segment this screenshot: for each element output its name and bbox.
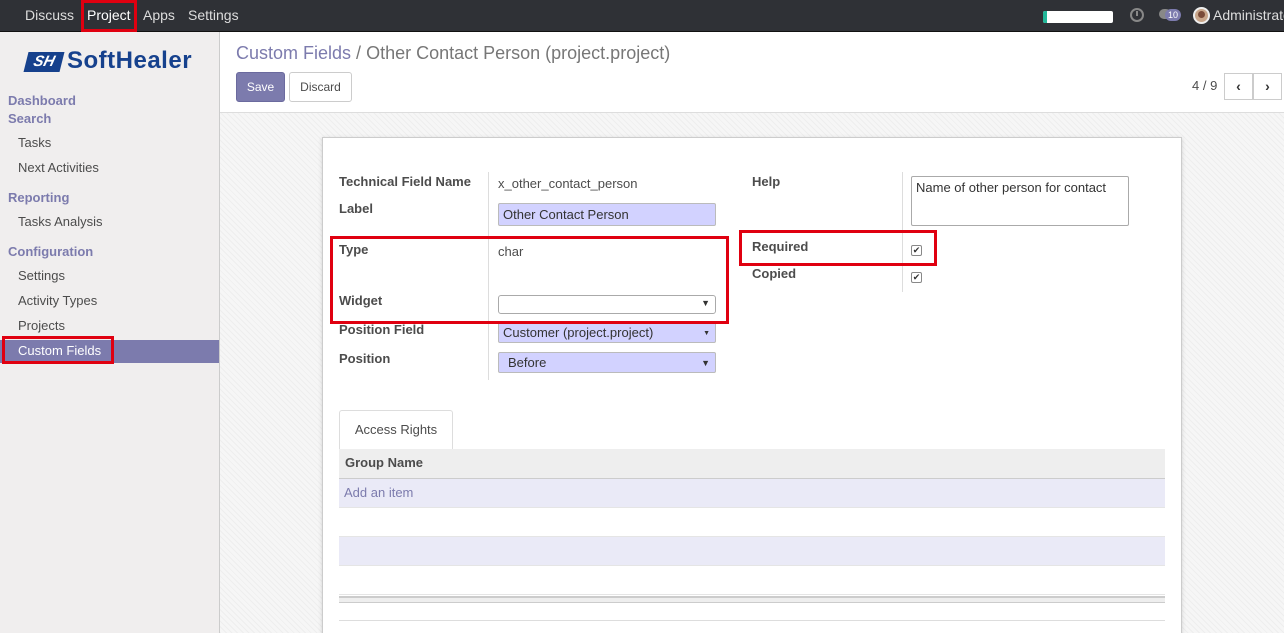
breadcrumb-parent[interactable]: Custom Fields bbox=[236, 43, 351, 63]
table-row: Add an item bbox=[339, 479, 1165, 508]
logo-text: SoftHealer bbox=[67, 47, 193, 74]
avatar[interactable] bbox=[1193, 7, 1210, 24]
help-textarea[interactable]: Name of other person for contact bbox=[911, 176, 1129, 226]
sidebar-section-configuration: Configuration bbox=[8, 244, 94, 259]
add-item-link[interactable]: Add an item bbox=[344, 485, 413, 500]
copied-label: Copied bbox=[752, 266, 797, 281]
progress-fill bbox=[1043, 11, 1047, 23]
column-group-name[interactable]: Group Name bbox=[345, 455, 423, 470]
breadcrumb: Custom Fields / Other Contact Person (pr… bbox=[236, 43, 670, 64]
menu-apps[interactable]: Apps bbox=[143, 0, 175, 31]
sidebar-item-tasks-analysis[interactable]: Tasks Analysis bbox=[18, 214, 103, 229]
pager-next-button[interactable]: › bbox=[1253, 73, 1282, 100]
table-row bbox=[339, 508, 1165, 537]
top-navbar: Discuss Project Apps Settings 10 Adminis… bbox=[0, 0, 1284, 32]
position-value: Before bbox=[508, 355, 547, 370]
breadcrumb-current: Other Contact Person (project.project) bbox=[366, 43, 671, 63]
sidebar: SH SoftHealer Dashboard Search Tasks Nex… bbox=[0, 32, 220, 633]
sidebar-item-dashboard[interactable]: Dashboard bbox=[8, 93, 76, 108]
save-button[interactable]: Save bbox=[236, 72, 285, 102]
sidebar-section-search: Search bbox=[8, 111, 52, 126]
table-header: Group Name bbox=[339, 449, 1165, 479]
technical-field-name-label: Technical Field Name bbox=[339, 174, 471, 189]
messages-badge[interactable]: 10 bbox=[1165, 9, 1182, 21]
caret-down-icon: ▼ bbox=[703, 330, 710, 337]
position-field-select[interactable]: Customer (project.project) ▼ bbox=[498, 322, 716, 343]
position-field-label: Position Field bbox=[339, 322, 425, 337]
logo-mark: SH bbox=[23, 52, 65, 72]
table-row bbox=[339, 537, 1165, 566]
tab-access-rights[interactable]: Access Rights bbox=[339, 410, 453, 450]
chevron-right-icon: › bbox=[1265, 78, 1270, 94]
position-select[interactable]: Before ▼ bbox=[498, 352, 716, 373]
check-icon: ✔ bbox=[912, 272, 921, 282]
highlight-custom-fields bbox=[2, 336, 114, 364]
menu-settings[interactable]: Settings bbox=[188, 0, 239, 31]
help-label: Help bbox=[752, 174, 781, 189]
caret-down-icon: ▼ bbox=[701, 358, 710, 368]
table-footer bbox=[339, 596, 1165, 603]
highlight-required bbox=[739, 230, 937, 266]
sidebar-item-projects[interactable]: Projects bbox=[18, 318, 65, 333]
chevron-left-icon: ‹ bbox=[1236, 78, 1241, 94]
technical-field-name-value: x_other_contact_person bbox=[498, 176, 638, 191]
label-input-value: Other Contact Person bbox=[503, 207, 629, 222]
sidebar-item-activity-types[interactable]: Activity Types bbox=[18, 293, 97, 308]
highlight-type-widget bbox=[330, 236, 729, 324]
position-label: Position bbox=[339, 351, 391, 366]
label-input[interactable]: Other Contact Person bbox=[498, 203, 716, 226]
table-row bbox=[339, 566, 1165, 595]
user-name[interactable]: Administrator bbox=[1213, 7, 1284, 23]
discard-button[interactable]: Discard bbox=[289, 72, 352, 102]
position-field-value: Customer (project.project) bbox=[503, 325, 654, 340]
pager-prev-button[interactable]: ‹ bbox=[1224, 73, 1253, 100]
menu-discuss[interactable]: Discuss bbox=[25, 0, 74, 31]
help-value: Name of other person for contact bbox=[916, 180, 1107, 195]
sidebar-item-next-activities[interactable]: Next Activities bbox=[18, 160, 99, 175]
sidebar-section-reporting: Reporting bbox=[8, 190, 70, 205]
highlight-project-menu bbox=[81, 0, 137, 32]
breadcrumb-separator: / bbox=[356, 43, 362, 63]
clock-icon[interactable] bbox=[1130, 8, 1144, 22]
label-label: Label bbox=[339, 201, 373, 216]
progress-bar[interactable] bbox=[1043, 11, 1113, 23]
sidebar-item-settings[interactable]: Settings bbox=[18, 268, 65, 283]
sheet-bottom-divider bbox=[339, 620, 1165, 621]
copied-checkbox[interactable]: ✔ bbox=[911, 272, 922, 283]
pager-value[interactable]: 4 / 9 bbox=[1192, 78, 1217, 93]
sidebar-item-tasks[interactable]: Tasks bbox=[18, 135, 51, 150]
